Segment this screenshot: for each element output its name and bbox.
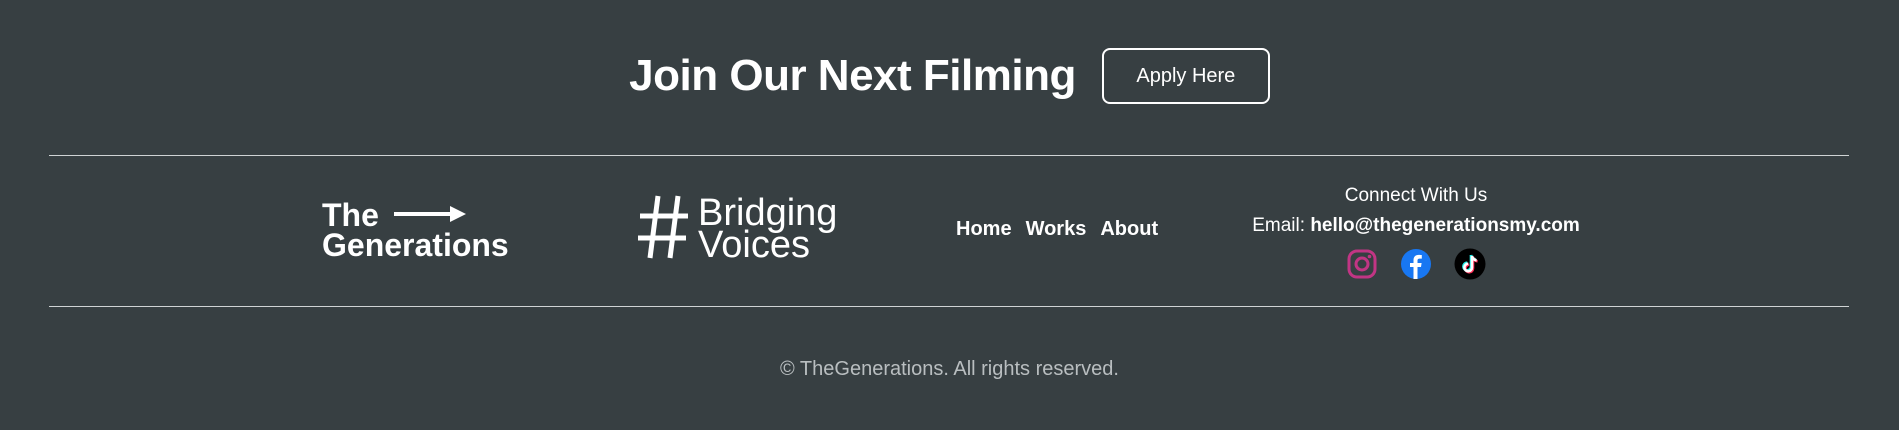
- connect-title: Connect With Us: [1344, 185, 1488, 206]
- logo-word-voices: Voices: [698, 224, 810, 266]
- instagram-icon[interactable]: [1346, 248, 1378, 280]
- bridging-voices-logo: Bridging Voices: [638, 194, 868, 264]
- nav-link-works[interactable]: Works: [1026, 218, 1087, 241]
- arrow-right-icon: [394, 206, 466, 222]
- bottom-divider: [49, 306, 1849, 307]
- apply-here-button[interactable]: Apply Here: [1101, 48, 1270, 104]
- social-links: [1200, 248, 1632, 280]
- top-divider: [49, 155, 1849, 156]
- email-link[interactable]: hello@thegenerationsmy.com: [1310, 215, 1579, 236]
- footer-nav: Home Works About: [956, 218, 1158, 241]
- nav-link-home[interactable]: Home: [956, 218, 1012, 241]
- tiktok-icon[interactable]: [1454, 248, 1486, 280]
- email-row: Email: hello@thegenerationsmy.com: [1200, 210, 1632, 242]
- facebook-icon[interactable]: [1400, 248, 1432, 280]
- copyright-text: © TheGenerations. All rights reserved.: [780, 358, 1119, 380]
- hashtag-icon: [638, 195, 688, 259]
- connect-section: Connect With Us Email: hello@thegenerati…: [1200, 184, 1632, 280]
- cta-title: Join Our Next Filming: [629, 51, 1076, 100]
- the-generations-logo[interactable]: The Generations: [322, 198, 542, 264]
- logo-line-generations: Generations: [322, 227, 509, 263]
- cta-section: Join Our Next Filming Apply Here: [0, 46, 1899, 106]
- nav-link-about[interactable]: About: [1100, 218, 1158, 241]
- email-label: Email:: [1252, 215, 1306, 236]
